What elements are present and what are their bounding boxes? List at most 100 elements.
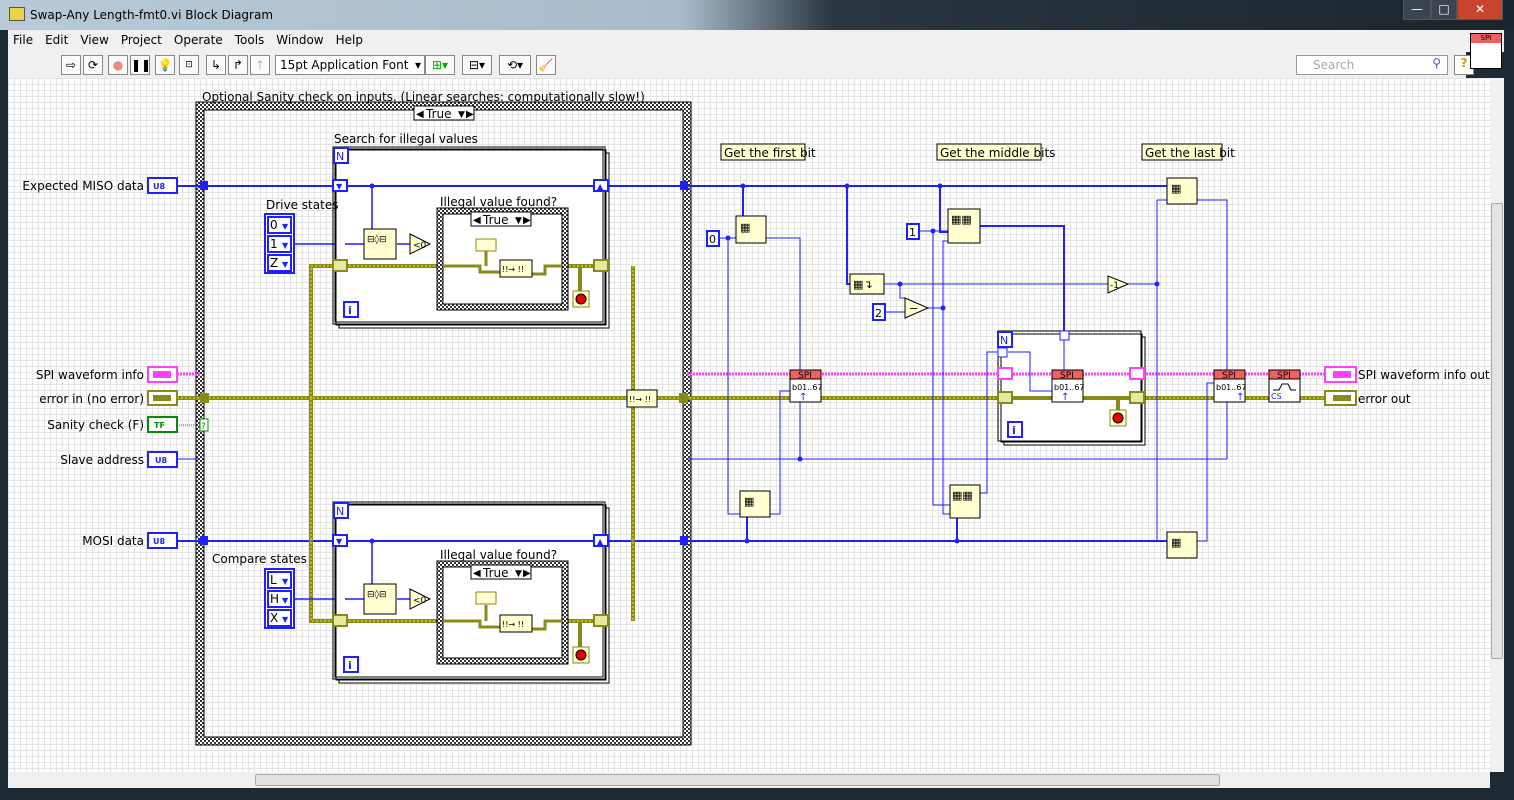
svg-text:▦: ▦ [740, 221, 750, 234]
svg-text:H: H [270, 592, 279, 606]
drive-states-array[interactable]: Drive states 0 ▼ 1 ▼ Z ▼ [264, 198, 338, 274]
svg-text:<0: <0 [413, 596, 427, 606]
svg-text:↑: ↑ [1236, 392, 1244, 403]
svg-text:▲: ▲ [597, 537, 604, 546]
control-error-in[interactable]: error in (no error) [39, 390, 178, 406]
case-tunnel [680, 181, 688, 190]
svg-text:i: i [1012, 424, 1016, 437]
controls: Expected MISO data U8 SPI waveform info e… [22, 177, 178, 549]
svg-text:2: 2 [875, 307, 882, 320]
case-selector[interactable]: ◀ True ▼ ▶ [413, 105, 475, 121]
svg-text:CS: CS [1271, 392, 1282, 401]
case-tunnel [680, 536, 688, 545]
svg-text:▼: ▼ [336, 182, 343, 191]
svg-text:◀: ◀ [473, 568, 481, 579]
control-expected-miso-data[interactable]: Expected MISO data U8 [22, 177, 178, 194]
svg-text:▶: ▶ [523, 215, 531, 226]
svg-text:U8: U8 [153, 537, 165, 546]
svg-text:▼: ▼ [282, 577, 289, 586]
svg-text:▦↴: ▦↴ [853, 278, 873, 291]
svg-text:▼: ▼ [336, 537, 343, 546]
svg-text:TF: TF [154, 421, 165, 430]
svg-text:error in (no error): error in (no error) [39, 392, 144, 406]
chevron-down-icon: ▼ [458, 110, 465, 120]
spi-write-read-last: SPI b01..67↑ [1213, 369, 1247, 403]
svg-text:↑: ↑ [799, 392, 807, 403]
svg-text:N: N [336, 505, 344, 518]
svg-text:Z: Z [270, 256, 278, 270]
case-tunnel [200, 536, 208, 545]
inner-case-label: Illegal value found? [440, 195, 557, 209]
error-constant [475, 238, 497, 252]
inner-case-selector[interactable]: ◀ True ▼ ▶ [470, 564, 532, 580]
inner-case-selector-value: True [482, 566, 509, 580]
diagram: Optional Sanity check on inputs. (Linear… [22, 90, 1490, 746]
svg-text:b01..67: b01..67 [1054, 383, 1085, 392]
case-label: Optional Sanity check on inputs. (Linear… [202, 90, 645, 104]
svg-text:error out: error out [1358, 392, 1411, 406]
error-shift-register-right [593, 259, 609, 272]
svg-text:0: 0 [709, 233, 716, 246]
indicators: SPI waveform info out error out [1324, 366, 1490, 406]
svg-text:▦: ▦ [1171, 536, 1181, 549]
svg-text:!!→ !!: !!→ !! [502, 620, 524, 629]
svg-text:▦▦: ▦▦ [951, 213, 972, 226]
inner-case-selector-value: True [482, 213, 509, 227]
compare-states-array[interactable]: Compare states L ▼ H ▼ X ▼ [212, 552, 307, 629]
svg-text:↑: ↑ [1061, 392, 1069, 403]
inner-case-label: Illegal value found? [440, 548, 557, 562]
case-next-icon[interactable]: ▶ [466, 109, 474, 120]
svg-text:b01..67: b01..67 [1216, 383, 1247, 392]
case-prev-icon[interactable]: ◀ [416, 109, 424, 120]
svg-text:Expected MISO data: Expected MISO data [22, 179, 144, 193]
svg-text:▦: ▦ [744, 495, 754, 508]
svg-text:SPI: SPI [1222, 371, 1236, 381]
indicator-error-out[interactable]: error out [1324, 390, 1411, 406]
svg-text:1: 1 [270, 237, 278, 251]
svg-text:▼: ▼ [282, 596, 289, 605]
error-shift-register-left [332, 259, 348, 272]
svg-text:⊟◊⊟: ⊟◊⊟ [367, 589, 387, 600]
svg-text:!!→ !!: !!→ !! [502, 265, 524, 274]
svg-text:!!→ !!: !!→ !! [629, 395, 651, 404]
svg-text:?: ? [201, 422, 206, 432]
control-spi-waveform-info[interactable]: SPI waveform info [36, 366, 178, 383]
svg-text:U8: U8 [155, 456, 167, 465]
svg-text:▦: ▦ [1171, 182, 1181, 195]
case-selector-value: True [425, 107, 452, 121]
spi-write-read-middle: SPI b01..67↑ [1051, 369, 1085, 403]
svg-text:◀: ◀ [473, 215, 481, 226]
svg-text:SPI waveform info out: SPI waveform info out [1358, 368, 1490, 382]
inner-case-selector[interactable]: ◀ True ▼ ▶ [470, 211, 532, 227]
svg-text:-1: -1 [1110, 281, 1119, 291]
svg-text:X: X [270, 611, 278, 625]
svg-text:▼: ▼ [282, 241, 289, 250]
control-slave-address[interactable]: Slave address U8 [60, 451, 178, 468]
control-sanity-check[interactable]: Sanity check (F) TF [47, 416, 178, 433]
control-mosi-data[interactable]: MOSI data U8 [82, 532, 178, 549]
svg-text:MOSI data: MOSI data [82, 534, 144, 548]
svg-text:N: N [336, 150, 344, 163]
svg-text:L: L [270, 573, 277, 587]
svg-text:▼: ▼ [282, 260, 289, 269]
svg-text:−: − [909, 302, 918, 315]
svg-text:b01..67: b01..67 [792, 383, 823, 392]
svg-text:▼: ▼ [515, 569, 522, 579]
svg-text:i: i [348, 304, 352, 317]
error-constant [475, 591, 497, 605]
drive-states-label: Drive states [266, 198, 338, 212]
for-loop-label: Search for illegal values [334, 132, 478, 146]
svg-text:i: i [348, 659, 352, 672]
case-tunnel [200, 393, 209, 403]
spi-write-read-first: SPI b01..67↑ [789, 369, 823, 403]
comment-first-bit: Get the first bit [724, 146, 816, 160]
comments: Get the first bit Get the middle bits Ge… [720, 143, 1235, 161]
indicator-spi-waveform-info-out[interactable]: SPI waveform info out [1324, 366, 1490, 383]
svg-text:<0: <0 [413, 241, 427, 251]
comment-middle-bits: Get the middle bits [940, 146, 1055, 160]
svg-text:▼: ▼ [515, 216, 522, 226]
svg-text:SPI waveform info: SPI waveform info [36, 368, 144, 382]
svg-text:⊟◊⊟: ⊟◊⊟ [367, 234, 387, 245]
svg-text:SPI: SPI [1060, 371, 1074, 381]
svg-text:▼: ▼ [282, 222, 289, 231]
